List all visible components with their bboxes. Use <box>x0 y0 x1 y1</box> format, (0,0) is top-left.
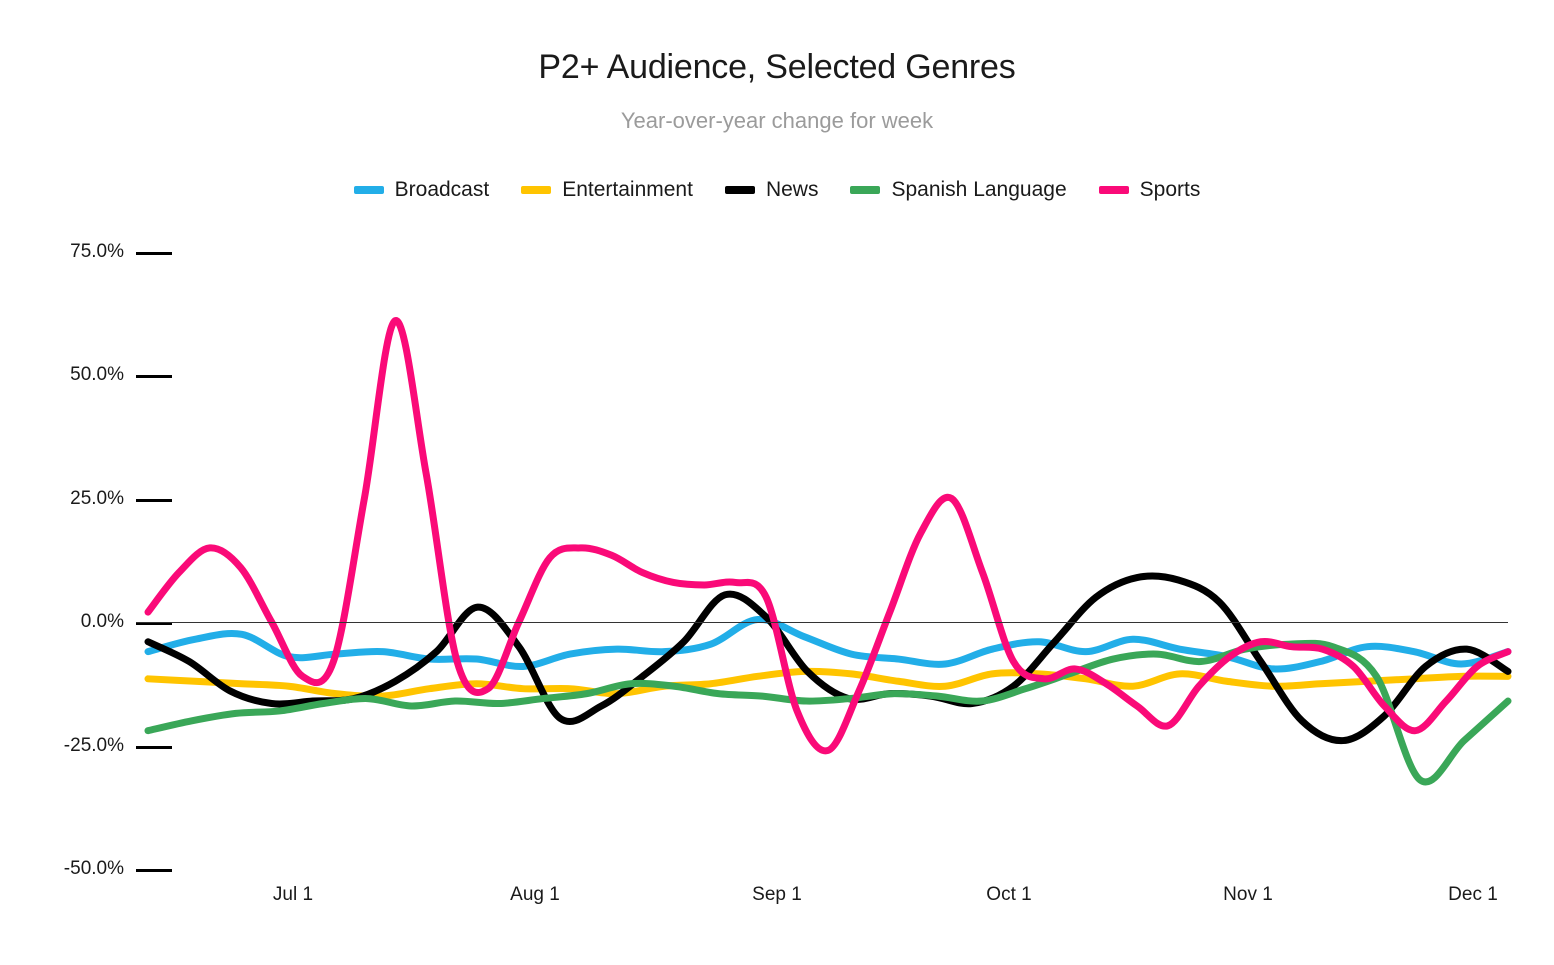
y-axis-tick-mark <box>136 251 172 255</box>
zero-reference-line <box>136 622 1508 623</box>
y-axis-tick-mark <box>136 375 172 378</box>
y-axis-tick-label: 0.0% <box>80 611 124 632</box>
y-axis-tick-label: 50.0% <box>70 364 124 385</box>
y-axis-tick-label: 25.0% <box>70 487 124 509</box>
x-axis-tick-label: Jul 1 <box>272 884 314 905</box>
series-line-news <box>144 572 1512 745</box>
plot-area <box>0 0 1554 960</box>
y-axis-tick-mark <box>136 869 172 872</box>
chart-container: P2+ Audience, Selected Genres Year-over-… <box>0 0 1554 960</box>
x-axis-tick-label: Sep 1 <box>752 884 802 905</box>
x-axis-tick-label: Oct 1 <box>986 884 1032 905</box>
x-axis-tick-label: Nov 1 <box>1223 884 1273 905</box>
y-axis-tick-mark <box>136 498 172 502</box>
y-axis-tick-label: 75.0% <box>70 240 124 262</box>
y-axis-tick-label: -25.0% <box>63 734 124 756</box>
chart-svg <box>144 317 1512 786</box>
x-axis-tick-label: Dec 1 <box>1448 884 1498 905</box>
y-axis-tick-label: -50.0% <box>63 858 124 879</box>
y-axis-tick-mark <box>136 745 172 749</box>
x-axis-tick-label: Aug 1 <box>510 884 560 905</box>
